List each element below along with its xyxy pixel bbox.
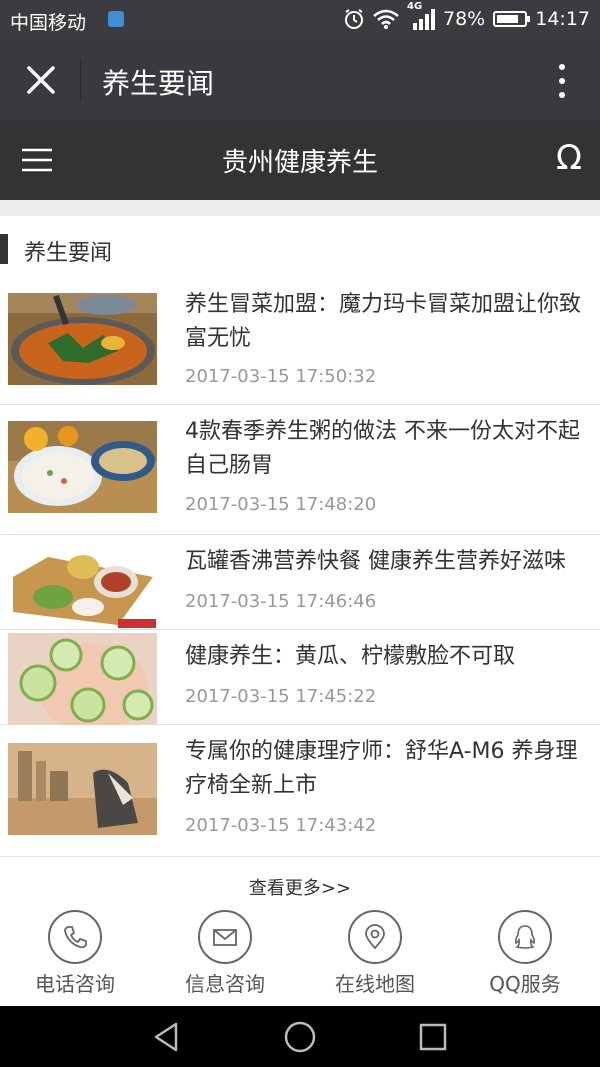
news-item[interactable]: 瓦罐香沸营养快餐 健康养生营养好滋味 2017-03-15 17:46:46 (0, 535, 600, 630)
close-icon[interactable] (22, 60, 60, 100)
news-time: 2017-03-15 17:48:20 (185, 494, 377, 515)
title-divider (80, 60, 81, 100)
fast-food-tray-image (8, 537, 157, 629)
massage-chair-image (8, 743, 157, 835)
recents-nav-icon[interactable] (416, 1020, 450, 1054)
news-time: 2017-03-15 17:43:42 (185, 815, 377, 836)
back-nav-icon[interactable] (150, 1020, 184, 1054)
battery-percent: 78% (443, 8, 486, 30)
online-map-button[interactable]: 在线地图 (300, 900, 450, 1006)
qq-service-button[interactable]: QQ服务 (450, 900, 600, 1006)
section-gap (0, 200, 600, 216)
section-marker (0, 234, 8, 264)
gallery-notification-icon (108, 11, 124, 27)
page-title: 养生要闻 (102, 67, 215, 100)
news-title[interactable]: 4款春季养生粥的做法 不来一份太对不起自己肠胃 (185, 415, 595, 483)
message-consult-label: 信息咨询 (185, 972, 265, 996)
phone-icon (48, 910, 102, 964)
map-pin-icon (348, 910, 402, 964)
news-title[interactable]: 专属你的健康理疗师：舒华A-M6 养身理疗椅全新上市 (185, 735, 595, 803)
section-title: 养生要闻 (24, 241, 113, 266)
carrier-name: 中国移动 (10, 12, 87, 34)
news-item[interactable]: 4款春季养生粥的做法 不来一份太对不起自己肠胃 2017-03-15 17:48… (0, 405, 600, 535)
news-item[interactable]: 健康养生：黄瓜、柠檬敷脸不可取 2017-03-15 17:45:22 (0, 630, 600, 725)
view-more-link[interactable]: 查看更多>> (0, 874, 600, 900)
omega-icon[interactable]: Ω (556, 138, 582, 178)
news-time: 2017-03-15 17:50:32 (185, 366, 377, 387)
cellular-signal-icon: 4G (407, 1, 435, 31)
phone-consult-label: 电话咨询 (35, 972, 115, 996)
section-heading: 养生要闻 (0, 232, 600, 266)
status-bar: 中国移动 4G 78% 14:17 (0, 0, 600, 40)
news-title[interactable]: 瓦罐香沸营养快餐 健康养生营养好滋味 (185, 545, 595, 579)
news-item[interactable]: 养生冒菜加盟：魔力玛卡冒菜加盟让你致富无忧 2017-03-15 17:50:3… (0, 278, 600, 405)
news-time: 2017-03-15 17:46:46 (185, 591, 377, 612)
home-nav-icon[interactable] (283, 1020, 317, 1054)
qq-icon (498, 910, 552, 964)
alarm-icon (345, 9, 363, 29)
more-options-icon[interactable] (550, 62, 574, 100)
bottom-action-bar: 电话咨询 信息咨询 在线地图 QQ服务 (0, 900, 600, 1006)
news-list: 养生冒菜加盟：魔力玛卡冒菜加盟让你致富无忧 2017-03-15 17:50:3… (0, 278, 600, 857)
online-map-label: 在线地图 (335, 972, 415, 996)
qq-service-label: QQ服务 (489, 972, 561, 996)
maocai-bowl-image (8, 293, 157, 385)
news-title[interactable]: 养生冒菜加盟：魔力玛卡冒菜加盟让你致富无忧 (185, 288, 595, 356)
wifi-icon (373, 9, 399, 29)
cucumber-face-mask-image (8, 633, 157, 725)
porridge-bowls-image (8, 421, 157, 513)
news-item[interactable]: 专属你的健康理疗师：舒华A-M6 养身理疗椅全新上市 2017-03-15 17… (0, 725, 600, 857)
android-nav-bar (0, 1006, 600, 1067)
battery-icon (493, 11, 531, 27)
site-header: 贵州健康养生 Ω (0, 120, 600, 200)
clock: 14:17 (535, 8, 590, 30)
site-title: 贵州健康养生 (221, 148, 378, 178)
message-consult-button[interactable]: 信息咨询 (150, 900, 300, 1006)
news-time: 2017-03-15 17:45:22 (185, 686, 377, 707)
mail-icon (198, 910, 252, 964)
news-title[interactable]: 健康养生：黄瓜、柠檬敷脸不可取 (185, 640, 595, 674)
phone-consult-button[interactable]: 电话咨询 (0, 900, 150, 1006)
title-bar: 养生要闻 (0, 40, 600, 120)
